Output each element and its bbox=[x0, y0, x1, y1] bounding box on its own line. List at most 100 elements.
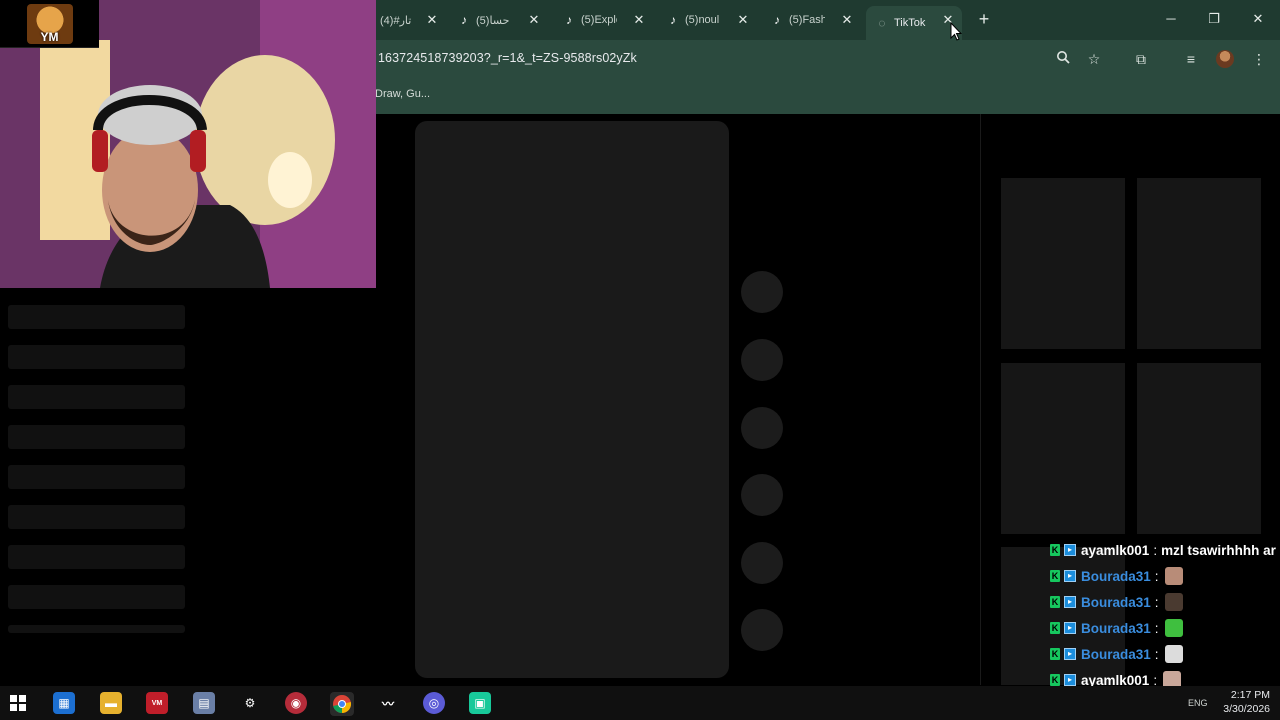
windows-start-icon[interactable] bbox=[7, 692, 29, 714]
sidebar-skeleton bbox=[8, 345, 185, 369]
close-icon[interactable]: ✕ bbox=[839, 12, 855, 28]
chat-emote-icon bbox=[1164, 619, 1183, 637]
app-icon[interactable]: ▣ bbox=[469, 692, 491, 714]
channel-badge: YM bbox=[0, 0, 99, 48]
loading-icon: ◌ bbox=[878, 16, 886, 30]
tab-label: (5)Fash bbox=[789, 14, 825, 26]
windows-taskbar: ▦ ▬ VM ▤ ⚙ ◉ 〰 ◎ ▣ ENG 2:17 PM 3/30/2026 bbox=[0, 686, 1280, 720]
voicemeeter-icon[interactable]: VM bbox=[146, 692, 168, 714]
chat-emote-icon bbox=[1164, 593, 1183, 611]
steam-icon[interactable]: ⚙ bbox=[239, 692, 261, 714]
bookmark-item[interactable]: Draw, Gu... bbox=[375, 88, 430, 100]
sidebar-skeleton bbox=[8, 425, 185, 449]
app-icon[interactable]: ▤ bbox=[193, 692, 215, 714]
action-button-placeholder[interactable] bbox=[741, 542, 783, 584]
close-icon[interactable]: ✕ bbox=[735, 12, 751, 28]
sidebar-skeleton bbox=[8, 585, 185, 609]
new-tab-button[interactable]: + bbox=[975, 10, 993, 28]
channel-logo: YM bbox=[26, 3, 73, 44]
file-explorer-icon[interactable]: ▬ bbox=[100, 692, 122, 714]
chrome-icon[interactable] bbox=[330, 692, 354, 716]
chat-message: K ▸ Bourada31: bbox=[1050, 566, 1183, 586]
language-indicator[interactable]: ENG bbox=[1188, 698, 1208, 708]
chat-message: K ▸ Bourada31: bbox=[1050, 644, 1183, 664]
chat-username: Bourada31 bbox=[1081, 594, 1151, 610]
thumbnail-placeholder[interactable] bbox=[1001, 178, 1125, 349]
zoom-icon[interactable] bbox=[1054, 50, 1072, 68]
system-clock[interactable]: 2:17 PM 3/30/2026 bbox=[1214, 688, 1270, 716]
thumbnail-placeholder[interactable] bbox=[1137, 178, 1261, 349]
divider bbox=[980, 114, 981, 685]
platform-badge-icon: ▸ bbox=[1064, 648, 1076, 660]
chat-username: ayamlk001 bbox=[1081, 542, 1150, 558]
tab-label: (5)حسا bbox=[476, 14, 510, 27]
clock-date: 3/30/2026 bbox=[1223, 703, 1270, 715]
profile-avatar[interactable] bbox=[1216, 50, 1234, 68]
mouse-cursor bbox=[950, 22, 962, 41]
screen: (4)#تار ✕ ♪ (5)حسا ✕ ♪ (5)Explo ✕ ♪ (5)n… bbox=[0, 0, 1280, 720]
sidebar-skeleton bbox=[8, 305, 185, 329]
video-placeholder[interactable] bbox=[415, 121, 729, 678]
extensions-icon[interactable]: ⧉ bbox=[1132, 50, 1150, 68]
platform-badge-icon: ▸ bbox=[1064, 674, 1076, 686]
sidebar-skeleton bbox=[8, 625, 185, 633]
sidebar-skeleton bbox=[8, 505, 185, 529]
window-close-icon[interactable]: ✕ bbox=[1248, 10, 1268, 28]
app-icon[interactable]: 〰 bbox=[377, 692, 399, 714]
close-icon[interactable]: ✕ bbox=[424, 12, 440, 28]
chat-username: Bourada31 bbox=[1081, 646, 1151, 662]
save-button-placeholder[interactable] bbox=[741, 407, 783, 449]
restore-icon[interactable]: ❐ bbox=[1204, 10, 1224, 28]
comment-button-placeholder[interactable] bbox=[741, 339, 783, 381]
chat-separator: : bbox=[1154, 568, 1159, 584]
app-icon[interactable]: ◉ bbox=[285, 692, 307, 714]
kick-badge-icon: K bbox=[1050, 648, 1060, 660]
like-button-placeholder[interactable] bbox=[741, 271, 783, 313]
tab-5[interactable]: ♪ (5)Fash ✕ bbox=[771, 6, 855, 34]
address-bar[interactable]: 163724518739203?_r=1&_t=ZS-9588rs02yZk bbox=[378, 51, 637, 65]
minimize-icon[interactable]: ─ bbox=[1161, 10, 1181, 28]
chat-separator: : bbox=[1154, 620, 1159, 636]
thumbnail-placeholder[interactable] bbox=[1137, 363, 1261, 534]
thumbnail-placeholder[interactable] bbox=[1001, 363, 1125, 534]
discord-icon[interactable]: ◎ bbox=[423, 692, 445, 714]
bookmark-star-icon[interactable]: ☆ bbox=[1085, 50, 1103, 68]
chat-separator: : bbox=[1154, 646, 1159, 662]
tab-3[interactable]: ♪ (5)Explo ✕ bbox=[563, 6, 647, 34]
platform-badge-icon: ▸ bbox=[1064, 570, 1076, 582]
menu-icon[interactable]: ⋮ bbox=[1250, 50, 1268, 68]
kick-badge-icon: K bbox=[1050, 674, 1060, 686]
action-button-placeholder[interactable] bbox=[741, 609, 783, 651]
media-controls-icon[interactable]: ≡ bbox=[1182, 50, 1200, 68]
platform-badge-icon: ▸ bbox=[1064, 544, 1076, 556]
kick-badge-icon: K bbox=[1050, 570, 1060, 582]
share-button-placeholder[interactable] bbox=[741, 474, 783, 516]
chat-username: Bourada31 bbox=[1081, 568, 1151, 584]
chat-message: K ▸ ayamlk001: mzl tsawirhhhh ar bbox=[1050, 540, 1276, 560]
tab-label: (5)Explo bbox=[581, 14, 617, 26]
kick-badge-icon: K bbox=[1050, 596, 1060, 608]
tiktok-icon: ♪ bbox=[774, 13, 780, 27]
close-icon[interactable]: ✕ bbox=[526, 12, 542, 28]
tab-label: (5)noul bbox=[685, 14, 720, 26]
tiktok-icon: ♪ bbox=[461, 13, 467, 27]
tiktok-icon: ♪ bbox=[566, 13, 572, 27]
kick-badge-icon: K bbox=[1050, 544, 1060, 556]
chat-message: K ▸ Bourada31: bbox=[1050, 592, 1183, 612]
sidebar-skeleton bbox=[8, 465, 185, 489]
store-icon[interactable]: ▦ bbox=[53, 692, 75, 714]
tab-1[interactable]: (4)#تار ✕ bbox=[380, 6, 440, 34]
chat-text: mzl tsawirhhhh ar bbox=[1161, 542, 1276, 558]
tab-2[interactable]: ♪ (5)حسا ✕ bbox=[458, 6, 542, 34]
webcam-overlay: YM bbox=[0, 0, 376, 288]
tab-4[interactable]: ♪ (5)noul ✕ bbox=[667, 6, 751, 34]
chat-emote-icon bbox=[1164, 567, 1183, 585]
clock-time: 2:17 PM bbox=[1230, 689, 1270, 701]
tab-active[interactable]: ◌ TikTok ✕ bbox=[866, 6, 962, 40]
sidebar-skeleton bbox=[8, 385, 185, 409]
sidebar-skeleton bbox=[8, 545, 185, 569]
chat-username: Bourada31 bbox=[1081, 620, 1151, 636]
chat-emote-icon bbox=[1164, 645, 1183, 663]
platform-badge-icon: ▸ bbox=[1064, 596, 1076, 608]
close-icon[interactable]: ✕ bbox=[631, 12, 647, 28]
